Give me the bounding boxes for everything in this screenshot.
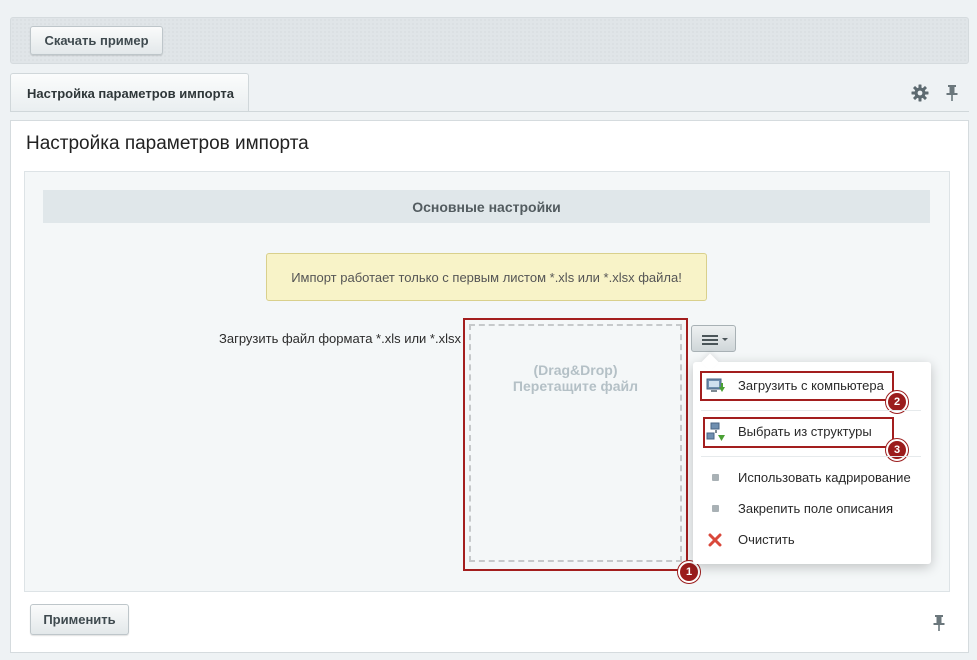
- menu-separator: [701, 456, 921, 457]
- file-field-label: Загрузить файл формата *.xls или *.xlsx: [219, 331, 461, 346]
- hamburger-icon: [702, 335, 728, 345]
- tab-label: Настройка параметров импорта: [27, 85, 234, 101]
- upload-highlight: [700, 371, 894, 401]
- page-title: Настройка параметров импорта: [26, 133, 309, 154]
- file-dropzone[interactable]: (Drag&Drop) Перетащите файл: [469, 324, 682, 562]
- structure-highlight: [703, 417, 894, 448]
- warning-notice: Импорт работает только с первым листом *…: [266, 253, 707, 301]
- section-header: Основные настройки: [43, 190, 930, 223]
- menu-item-clear[interactable]: Очистить: [738, 532, 795, 547]
- clear-x-icon: [708, 533, 722, 547]
- bullet-icon: [712, 505, 719, 512]
- menu-separator: [701, 410, 921, 411]
- gear-icon[interactable]: [911, 84, 929, 102]
- tab-import-settings[interactable]: Настройка параметров импорта: [10, 73, 249, 112]
- pin-icon[interactable]: [932, 614, 946, 632]
- tab-divider: [10, 111, 969, 112]
- dropzone-text: Перетащите файл: [512, 378, 639, 394]
- bullet-icon: [712, 474, 719, 481]
- step-marker-1: 1: [678, 561, 700, 583]
- download-example-button[interactable]: Скачать пример: [30, 26, 163, 55]
- menu-item-pin-description[interactable]: Закрепить поле описания: [738, 501, 893, 516]
- pin-icon[interactable]: [945, 84, 959, 102]
- dropzone-hint: (Drag&Drop): [533, 362, 618, 378]
- menu-item-use-cropping[interactable]: Использовать кадрирование: [738, 470, 911, 485]
- step-marker-3: 3: [886, 439, 908, 461]
- apply-button[interactable]: Применить: [30, 604, 129, 635]
- file-menu-button[interactable]: [691, 325, 736, 352]
